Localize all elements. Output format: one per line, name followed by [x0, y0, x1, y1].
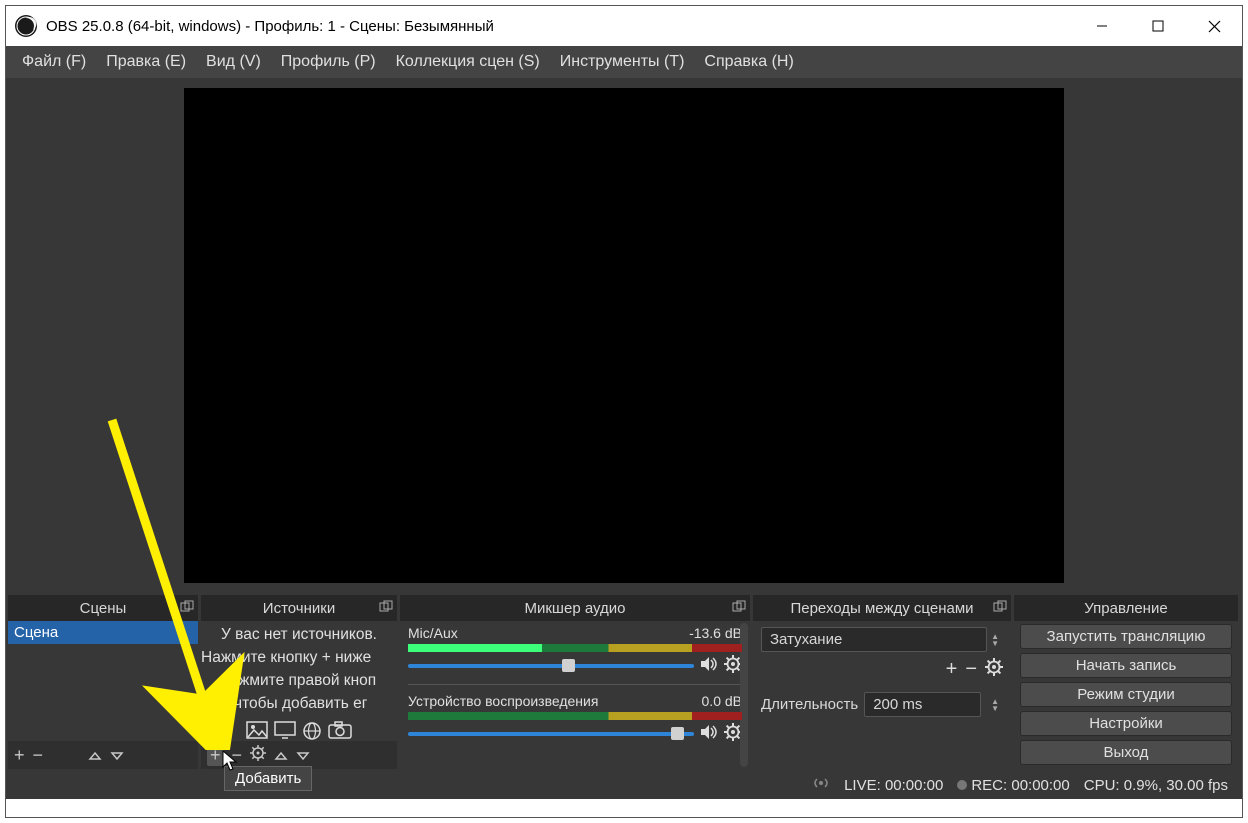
add-scene-button[interactable]: +	[14, 745, 25, 766]
speaker-icon[interactable]	[700, 656, 718, 675]
mixer-dock: Микшер аудио Mic/Aux-13.6 dB Устройство	[400, 595, 750, 769]
menu-help[interactable]: Справка (H)	[694, 53, 803, 71]
channel-db: -13.6 dB	[689, 625, 742, 641]
preview-area	[6, 78, 1242, 593]
speaker-icon[interactable]	[700, 724, 718, 743]
start-streaming-button[interactable]: Запустить трансляцию	[1020, 624, 1232, 649]
remove-transition-button[interactable]: −	[965, 658, 977, 682]
menu-file[interactable]: Файл (F)	[12, 53, 96, 71]
scenes-toolbar: + −	[8, 741, 198, 769]
minimize-button[interactable]	[1074, 6, 1130, 46]
popout-icon[interactable]	[379, 600, 393, 614]
menu-view[interactable]: Вид (V)	[196, 53, 271, 71]
transitions-body: Затухание ▲▼ + − Длительность 200 ms ▲▼	[753, 621, 1011, 769]
volume-slider[interactable]	[408, 664, 694, 668]
source-up-button[interactable]	[274, 745, 288, 766]
sources-header: Источники	[201, 595, 397, 621]
channel-db: 0.0 dB	[702, 693, 742, 709]
mixer-header: Микшер аудио	[400, 595, 750, 621]
maximize-button[interactable]	[1130, 6, 1186, 46]
channel-name: Mic/Aux	[408, 625, 458, 641]
menubar: Файл (F) Правка (E) Вид (V) Профиль (P) …	[6, 46, 1242, 78]
spinner-icon[interactable]: ▲▼	[987, 698, 1003, 712]
menu-edit[interactable]: Правка (E)	[96, 53, 196, 71]
globe-icon	[302, 721, 322, 741]
cursor-icon	[222, 750, 240, 772]
popout-icon[interactable]	[732, 600, 746, 614]
channel-name: Устройство воспроизведения	[408, 693, 598, 709]
camera-icon	[328, 721, 352, 741]
sources-empty-line: нажмите правой кноп	[201, 669, 397, 692]
transitions-dock: Переходы между сценами Затухание ▲▼ + − …	[753, 595, 1011, 769]
duration-label: Длительность	[761, 696, 858, 713]
statusbar: LIVE: 00:00:00 REC: 00:00:00 CPU: 0.9%, …	[6, 771, 1242, 799]
exit-button[interactable]: Выход	[1020, 740, 1232, 765]
rec-dot-icon	[957, 780, 967, 790]
transition-settings-button[interactable]	[985, 658, 1003, 682]
vu-meter	[408, 644, 742, 652]
obs-logo-icon	[14, 14, 38, 38]
volume-slider[interactable]	[408, 732, 694, 736]
sources-dock: Источники У вас нет источников. Нажмите …	[201, 595, 397, 769]
source-settings-button[interactable]	[250, 745, 266, 766]
sources-empty-line: Нажмите кнопку + ниже	[201, 646, 397, 669]
scene-up-button[interactable]	[88, 745, 102, 766]
scenes-dock: Сцены Сцена + −	[8, 595, 198, 769]
close-button[interactable]	[1186, 6, 1242, 46]
menu-scene-collection[interactable]: Коллекция сцен (S)	[386, 53, 550, 71]
popout-icon[interactable]	[993, 600, 1007, 614]
scene-item[interactable]: Сцена	[8, 621, 198, 644]
scenes-title: Сцены	[80, 600, 127, 617]
mixer-body: Mic/Aux -13.6 dB Устройство воспроизведен…	[400, 621, 750, 769]
controls-header: Управление	[1014, 595, 1238, 621]
sources-list[interactable]: У вас нет источников. Нажмите кнопку + н…	[201, 621, 397, 741]
controls-body: Запустить трансляцию Начать запись Режим…	[1014, 621, 1238, 769]
scenes-header: Сцены	[8, 595, 198, 621]
rec-status: REC: 00:00:00	[971, 777, 1069, 794]
transition-select[interactable]: Затухание	[761, 627, 987, 652]
controls-title: Управление	[1084, 600, 1167, 617]
remove-scene-button[interactable]: −	[33, 745, 44, 766]
image-icon	[246, 721, 268, 741]
studio-mode-button[interactable]: Режим студии	[1020, 682, 1232, 707]
sources-empty-line: есь, чтобы добавить ег	[201, 692, 397, 715]
transitions-title: Переходы между сценами	[790, 600, 973, 617]
settings-button[interactable]: Настройки	[1020, 711, 1232, 736]
transitions-header: Переходы между сценами	[753, 595, 1011, 621]
source-down-button[interactable]	[296, 745, 310, 766]
menu-profile[interactable]: Профиль (P)	[271, 53, 386, 71]
dropdown-icon[interactable]: ▲▼	[987, 633, 1003, 647]
live-status: LIVE: 00:00:00	[844, 777, 943, 794]
window-title: OBS 25.0.8 (64-bit, windows) - Профиль: …	[46, 18, 1074, 35]
preview-canvas[interactable]	[184, 88, 1064, 583]
cpu-status: CPU: 0.9%, 30.00 fps	[1084, 777, 1228, 794]
mixer-channel: Mic/Aux -13.6 dB	[408, 625, 742, 676]
broadcast-icon	[812, 776, 830, 794]
titlebar: OBS 25.0.8 (64-bit, windows) - Профиль: …	[6, 6, 1242, 46]
add-transition-button[interactable]: +	[946, 658, 958, 682]
start-recording-button[interactable]: Начать запись	[1020, 653, 1232, 678]
popout-icon[interactable]	[180, 600, 194, 614]
controls-dock: Управление Запустить трансляцию Начать з…	[1014, 595, 1238, 769]
sources-empty-line: У вас нет источников.	[201, 623, 397, 646]
scenes-list[interactable]: Сцена	[8, 621, 198, 741]
menu-tools[interactable]: Инструменты (T)	[550, 53, 695, 71]
display-icon	[274, 721, 296, 741]
sources-title: Источники	[263, 600, 335, 617]
duration-input[interactable]: 200 ms	[864, 692, 981, 717]
vu-meter	[408, 712, 742, 720]
mixer-title: Микшер аудио	[525, 600, 626, 617]
scene-down-button[interactable]	[110, 745, 124, 766]
mixer-channel: Устройство воспроизведения 0.0 dB	[408, 693, 742, 744]
